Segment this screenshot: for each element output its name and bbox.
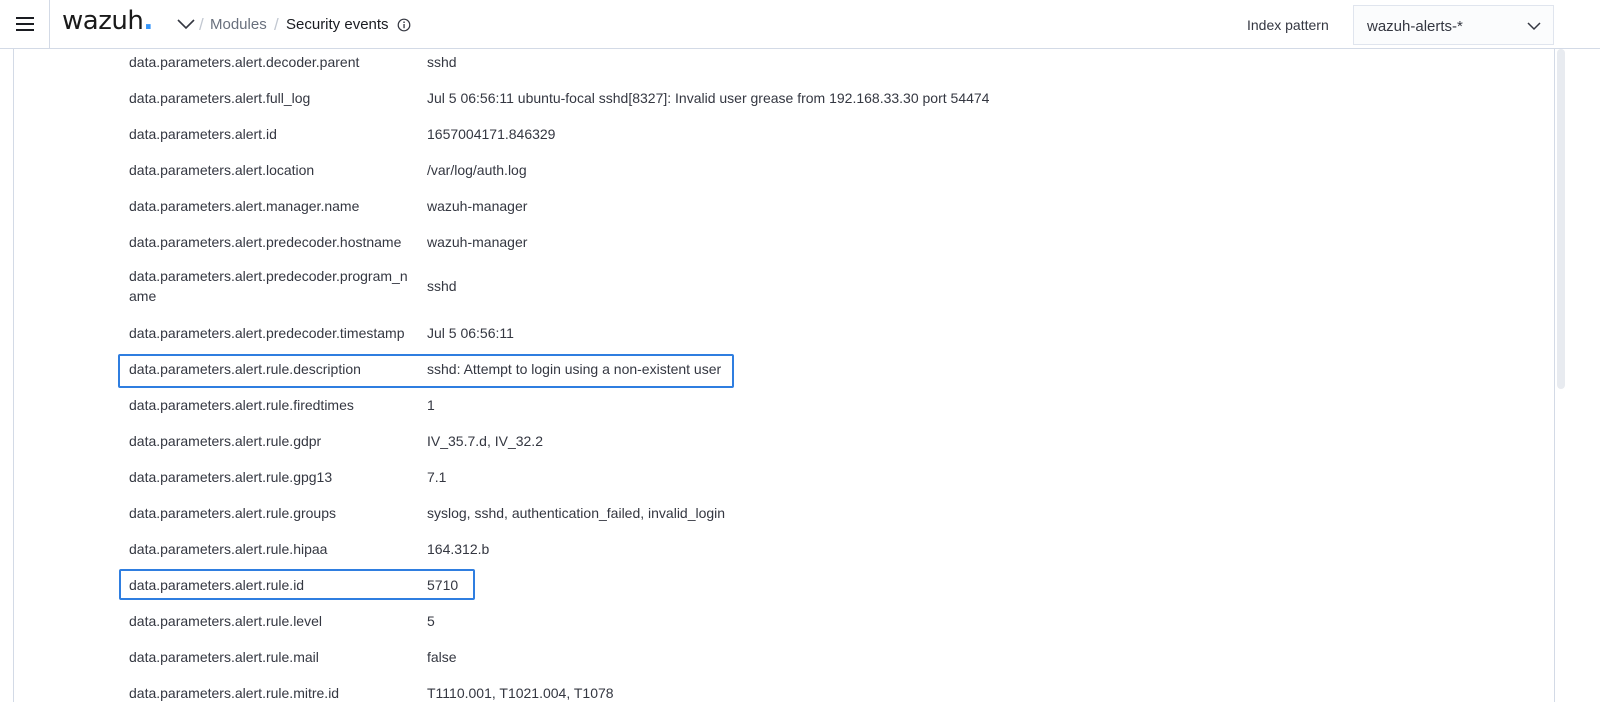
field-name: data.parameters.alert.rule.mail — [129, 649, 319, 665]
field-name: data.parameters.alert.decoder.parent — [129, 54, 360, 70]
field-value: Jul 5 06:56:11 ubuntu-focal sshd[8327]: … — [427, 90, 990, 106]
breadcrumb-separator: / — [199, 15, 204, 34]
highlight-box-rule-description — [118, 354, 734, 388]
highlight-box-rule-id — [119, 569, 475, 600]
field-value: T1110.001, T1021.004, T1078 — [427, 685, 614, 701]
field-value: 164.312.b — [427, 541, 490, 557]
index-pattern-label: Index pattern — [1247, 17, 1329, 33]
field-name: data.parameters.alert.full_log — [129, 90, 311, 106]
table-row[interactable]: data.parameters.alert.rule.gdpr IV_35.7.… — [14, 428, 1554, 464]
field-name: data.parameters.alert.rule.level — [129, 613, 322, 629]
table-row[interactable]: data.parameters.alert.rule.firedtimes 1 — [14, 392, 1554, 428]
table-row[interactable]: data.parameters.alert.rule.level 5 — [14, 608, 1554, 644]
field-value: 1657004171.846329 — [427, 126, 556, 142]
logo-text: wazuh — [62, 6, 144, 36]
hamburger-icon — [15, 17, 34, 31]
field-name: data.parameters.alert.rule.firedtimes — [129, 397, 354, 413]
field-value: 7.1 — [427, 469, 447, 485]
field-name: data.parameters.alert.id — [129, 126, 277, 142]
field-name: data.parameters.alert.rule.gdpr — [129, 433, 322, 449]
field-name: data.parameters.alert.predecoder.hostnam… — [129, 234, 402, 250]
field-name: data.parameters.alert.rule.gpg13 — [129, 469, 333, 485]
field-value: sshd — [427, 54, 457, 70]
field-name: data.parameters.alert.rule.groups — [129, 505, 336, 521]
breadcrumb-separator: / — [274, 15, 279, 34]
table-row[interactable]: data.parameters.alert.predecoder.timesta… — [14, 320, 1554, 356]
field-value: sshd — [427, 278, 457, 294]
index-pattern-value: wazuh-alerts-* — [1367, 18, 1463, 35]
table-row[interactable]: data.parameters.alert.location /var/log/… — [14, 157, 1554, 193]
top-header: wazuh. / Modules / Security events Index… — [0, 0, 1600, 49]
field-value: 1 — [427, 397, 435, 413]
field-name: data.parameters.alert.manager.name — [129, 198, 360, 214]
document-details-panel: data.parameters.alert.decoder.parent ssh… — [13, 49, 1555, 702]
table-row[interactable]: data.parameters.alert.full_log Jul 5 06:… — [14, 85, 1554, 121]
chevron-down-icon — [1527, 22, 1541, 31]
field-name: data.parameters.alert.location — [129, 162, 315, 178]
breadcrumb-modules[interactable]: Modules — [210, 16, 267, 33]
field-name: data.parameters.alert.predecoder.program… — [129, 268, 408, 304]
table-row[interactable]: data.parameters.alert.decoder.parent ssh… — [14, 49, 1554, 85]
field-name: data.parameters.alert.rule.mitre.id — [129, 685, 340, 701]
chevron-down-icon[interactable] — [175, 14, 197, 34]
field-value: Jul 5 06:56:11 — [427, 325, 514, 341]
index-pattern-select[interactable]: wazuh-alerts-* — [1353, 5, 1554, 45]
info-icon[interactable] — [397, 18, 411, 32]
logo-dot: . — [143, 6, 153, 36]
scrollbar-thumb[interactable] — [1557, 49, 1565, 389]
wazuh-logo[interactable]: wazuh. — [62, 6, 153, 36]
field-value: /var/log/auth.log — [427, 162, 527, 178]
field-value: wazuh-manager — [427, 198, 528, 214]
field-value: false — [427, 649, 457, 665]
field-value: IV_35.7.d, IV_32.2 — [427, 433, 543, 449]
field-value: wazuh-manager — [427, 234, 528, 250]
breadcrumb-current: Security events — [286, 16, 389, 33]
table-row[interactable]: data.parameters.alert.rule.mitre.id T111… — [14, 680, 1554, 702]
table-row[interactable]: data.parameters.alert.rule.groups syslog… — [14, 500, 1554, 536]
menu-button[interactable] — [0, 0, 50, 48]
table-row[interactable]: data.parameters.alert.rule.hipaa 164.312… — [14, 536, 1554, 572]
table-row[interactable]: data.parameters.alert.rule.gpg13 7.1 — [14, 464, 1554, 500]
table-row[interactable]: data.parameters.alert.predecoder.program… — [14, 265, 1554, 320]
field-value: syslog, sshd, authentication_failed, inv… — [427, 505, 726, 521]
table-row[interactable]: data.parameters.alert.id 1657004171.8463… — [14, 121, 1554, 157]
table-row[interactable]: data.parameters.alert.rule.mail false — [14, 644, 1554, 680]
table-row[interactable]: data.parameters.alert.predecoder.hostnam… — [14, 229, 1554, 265]
field-value: 5 — [427, 613, 435, 629]
field-name: data.parameters.alert.rule.hipaa — [129, 541, 328, 557]
scrollbar[interactable] — [1556, 49, 1566, 702]
field-name: data.parameters.alert.predecoder.timesta… — [129, 325, 405, 341]
table-row[interactable]: data.parameters.alert.manager.name wazuh… — [14, 193, 1554, 229]
